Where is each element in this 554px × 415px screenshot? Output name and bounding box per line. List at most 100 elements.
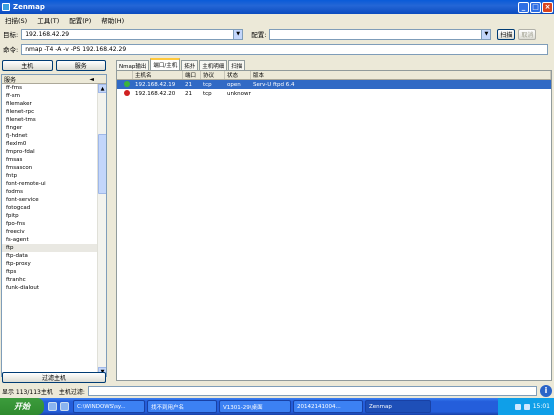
service-item[interactable]: fpitp — [2, 212, 106, 220]
cancel-button[interactable]: 取消 — [518, 28, 537, 40]
service-item[interactable]: filenet-tms — [2, 116, 106, 124]
menu-tools[interactable]: 工具(T) — [32, 15, 64, 25]
service-item[interactable]: fpo-fns — [2, 220, 106, 228]
status-text: 显示 113/113主机 — [2, 388, 53, 396]
scan-button[interactable]: 扫描 — [497, 28, 516, 40]
chevron-down-icon[interactable]: ▼ — [233, 29, 243, 39]
host-status-icon — [124, 89, 130, 96]
table-row[interactable]: 192.168.42.19 21 tcp open Serv-U ftpd 6.4 — [117, 80, 551, 89]
col-status[interactable] — [117, 71, 133, 79]
service-item[interactable]: fmsascon — [2, 164, 106, 172]
service-item[interactable]: filemaker — [2, 100, 106, 108]
taskbar-item[interactable]: V1301-29\桌面 — [219, 400, 291, 413]
tab-3[interactable]: 主机明细 — [199, 60, 228, 70]
right-panel: Nmap输出 端口/主机 拓扑 主机明细 扫描 主机名 端口 协议 状态 版本 192.… — [114, 58, 552, 383]
service-item[interactable]: fmsas — [2, 156, 106, 164]
service-item[interactable]: fntp — [2, 172, 106, 180]
version-cell: Serv-U ftpd 6.4 — [253, 81, 295, 88]
host-cell: 192.168.42.19 — [135, 81, 176, 88]
info-icon[interactable]: i — [540, 385, 552, 397]
protocol-cell: tcp — [203, 81, 212, 88]
profile-combo[interactable]: ▼ — [269, 28, 492, 40]
service-items: ff-fms ff-sm filemaker filenet-rpc filenet-t… — [2, 84, 106, 292]
host-cell: 192.168.42.20 — [135, 90, 176, 97]
service-item[interactable]: flexlm0 — [2, 140, 106, 148]
col-state[interactable]: 状态 — [225, 71, 251, 79]
app-icon — [2, 3, 10, 11]
zenmap-window: Zenmap _ □ × 扫描(S) 工具(T) 配置(P) 帮助(H) 目标:… — [0, 0, 554, 415]
minimize-icon[interactable]: _ — [518, 1, 529, 13]
service-item[interactable]: fodms — [2, 188, 106, 196]
menu-profile[interactable]: 配置(P) — [64, 15, 96, 25]
service-item[interactable]: finger — [2, 124, 106, 132]
target-combo[interactable]: 192.168.42.29 ▼ — [21, 28, 244, 40]
start-button[interactable]: 开始 — [0, 398, 44, 415]
service-item[interactable]: ftp-proxy — [2, 260, 106, 268]
service-item[interactable]: filenet-rpc — [2, 108, 106, 116]
col-port[interactable]: 端口 — [183, 71, 201, 79]
service-list-header[interactable]: 服务 ◄ — [2, 75, 106, 84]
scroll-thumb[interactable] — [98, 134, 106, 194]
menu-help[interactable]: 帮助(H) — [96, 15, 129, 25]
service-item[interactable]: fj-hdnet — [2, 132, 106, 140]
service-item[interactable]: ftps — [2, 268, 106, 276]
table-row[interactable]: 192.168.42.20 21 tcp unknown — [117, 89, 551, 98]
service-item[interactable]: freeciv — [2, 228, 106, 236]
taskbar-item[interactable]: C:\WINDOWS\sy... — [73, 400, 145, 413]
host-service-toggle: 主机 服务 — [0, 58, 108, 72]
tab-2[interactable]: 拓扑 — [181, 60, 199, 70]
table-header: 主机名 端口 协议 状态 版本 — [117, 71, 551, 80]
service-item[interactable]: ff-sm — [2, 92, 106, 100]
filter-hosts-button[interactable]: 过滤主机 — [2, 372, 106, 383]
quick-launch — [48, 402, 69, 411]
command-row: 命令: nmap -T4 -A -v -PS 192.168.42.29 — [0, 42, 554, 56]
tab-1[interactable]: 端口/主机 — [150, 58, 181, 70]
state-cell: unknown — [227, 90, 251, 97]
profile-label: 配置: — [251, 31, 267, 39]
system-tray: 15:01 — [498, 398, 554, 415]
service-item[interactable]: ftp — [2, 244, 106, 252]
services-button[interactable]: 服务 — [55, 60, 106, 71]
service-item[interactable]: funk-dialout — [2, 284, 106, 292]
menu-scan[interactable]: 扫描(S) — [0, 15, 32, 25]
service-item[interactable]: font-remote-ui — [2, 180, 106, 188]
service-item[interactable]: fmpro-fdal — [2, 148, 106, 156]
sort-arrow-icon: ◄ — [89, 75, 94, 83]
ports-hosts-pane: 主机名 端口 协议 状态 版本 192.168.42.19 21 tcp open Se… — [116, 70, 552, 381]
network-icon[interactable] — [514, 403, 521, 410]
state-cell: open — [227, 81, 241, 88]
host-filter-input[interactable] — [87, 386, 537, 396]
desktop-icon[interactable] — [48, 402, 57, 411]
browser-icon[interactable] — [60, 402, 69, 411]
col-hostname[interactable]: 主机名 — [133, 71, 183, 79]
maximize-icon[interactable]: □ — [530, 1, 541, 13]
close-icon[interactable]: × — [542, 1, 553, 13]
host-status-icon — [124, 80, 130, 87]
status-bar: 显示 113/113主机 主机过滤: i — [0, 384, 554, 398]
taskbar-item[interactable]: Zenmap — [365, 400, 431, 413]
port-cell: 21 — [185, 81, 192, 88]
scroll-up-icon[interactable]: ▲ — [98, 84, 106, 93]
hosts-button[interactable]: 主机 — [2, 60, 53, 71]
col-protocol[interactable]: 协议 — [201, 71, 225, 79]
col-version[interactable]: 版本 — [251, 71, 551, 79]
service-item[interactable]: fotogcad — [2, 204, 106, 212]
task-list: C:\WINDOWS\sy... 找不到用户名 V1301-29\桌面 2014214… — [73, 400, 433, 413]
host-filter-label: 主机过滤: — [58, 388, 85, 396]
service-item[interactable]: ftp-data — [2, 252, 106, 260]
volume-icon[interactable] — [523, 403, 530, 410]
tab-4[interactable]: 扫描 — [228, 60, 246, 70]
status-cell — [117, 80, 133, 89]
tab-0[interactable]: Nmap输出 — [116, 60, 150, 70]
service-item[interactable]: font-service — [2, 196, 106, 204]
chevron-down-icon[interactable]: ▼ — [481, 29, 491, 39]
taskbar-item[interactable]: 找不到用户名 — [147, 400, 217, 413]
service-item[interactable]: ftranhc — [2, 276, 106, 284]
taskbar-item[interactable]: 20142141004... — [293, 400, 363, 413]
service-scrollbar[interactable]: ▲ ▼ — [97, 84, 106, 376]
service-item[interactable]: ff-fms — [2, 84, 106, 92]
command-input[interactable]: nmap -T4 -A -v -PS 192.168.42.29 — [21, 43, 549, 55]
clock: 15:01 — [532, 403, 550, 410]
service-item[interactable]: fs-agent — [2, 236, 106, 244]
table-body: 192.168.42.19 21 tcp open Serv-U ftpd 6.4 192… — [117, 80, 551, 98]
